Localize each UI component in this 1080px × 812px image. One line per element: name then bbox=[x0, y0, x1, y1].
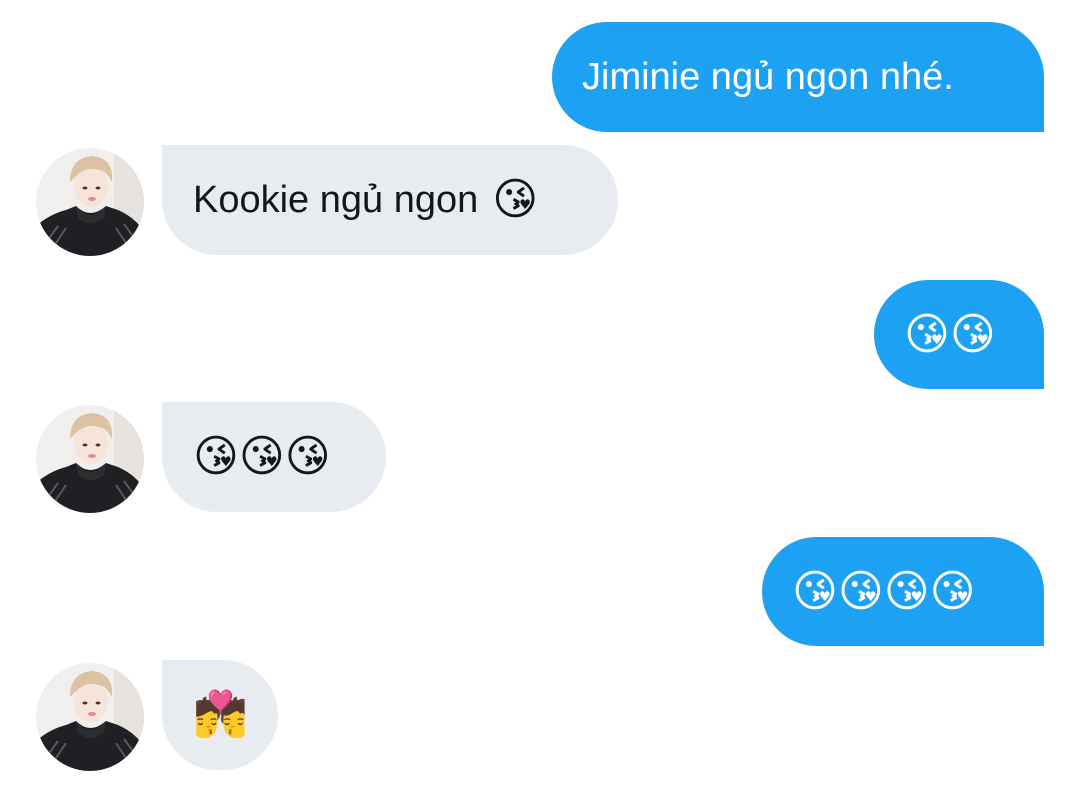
avatar[interactable] bbox=[36, 663, 144, 771]
avatar-photo bbox=[36, 663, 144, 771]
avatar[interactable] bbox=[36, 405, 144, 513]
kissing-face-icon: 😘😘 bbox=[904, 308, 996, 360]
couple-kiss-icon: 💏 bbox=[193, 689, 248, 740]
avatar[interactable] bbox=[36, 148, 144, 256]
incoming-message-bubble[interactable]: 😘😘😘 bbox=[162, 402, 386, 512]
kissing-face-icon: 😘😘😘😘 bbox=[792, 565, 976, 617]
incoming-message-bubble[interactable]: Kookie ngủ ngon 😘 bbox=[162, 145, 618, 255]
outgoing-message-bubble[interactable]: 😘😘 bbox=[874, 280, 1044, 389]
avatar-photo bbox=[36, 148, 144, 256]
incoming-message-bubble[interactable]: 💏 bbox=[162, 660, 278, 770]
avatar-photo bbox=[36, 405, 144, 513]
message-thread: Jiminie ngủ ngon nhé. Kookie ngủ ngon 😘 … bbox=[0, 0, 1080, 812]
kissing-face-icon: 😘 bbox=[492, 174, 539, 225]
kissing-face-icon: 😘😘😘 bbox=[193, 431, 331, 482]
message-text: Kookie ngủ ngon bbox=[193, 179, 479, 221]
outgoing-message-bubble[interactable]: Jiminie ngủ ngon nhé. bbox=[552, 22, 1044, 132]
outgoing-message-bubble[interactable]: 😘😘😘😘 bbox=[762, 537, 1044, 646]
message-text: Jiminie ngủ ngon nhé. bbox=[582, 56, 954, 98]
